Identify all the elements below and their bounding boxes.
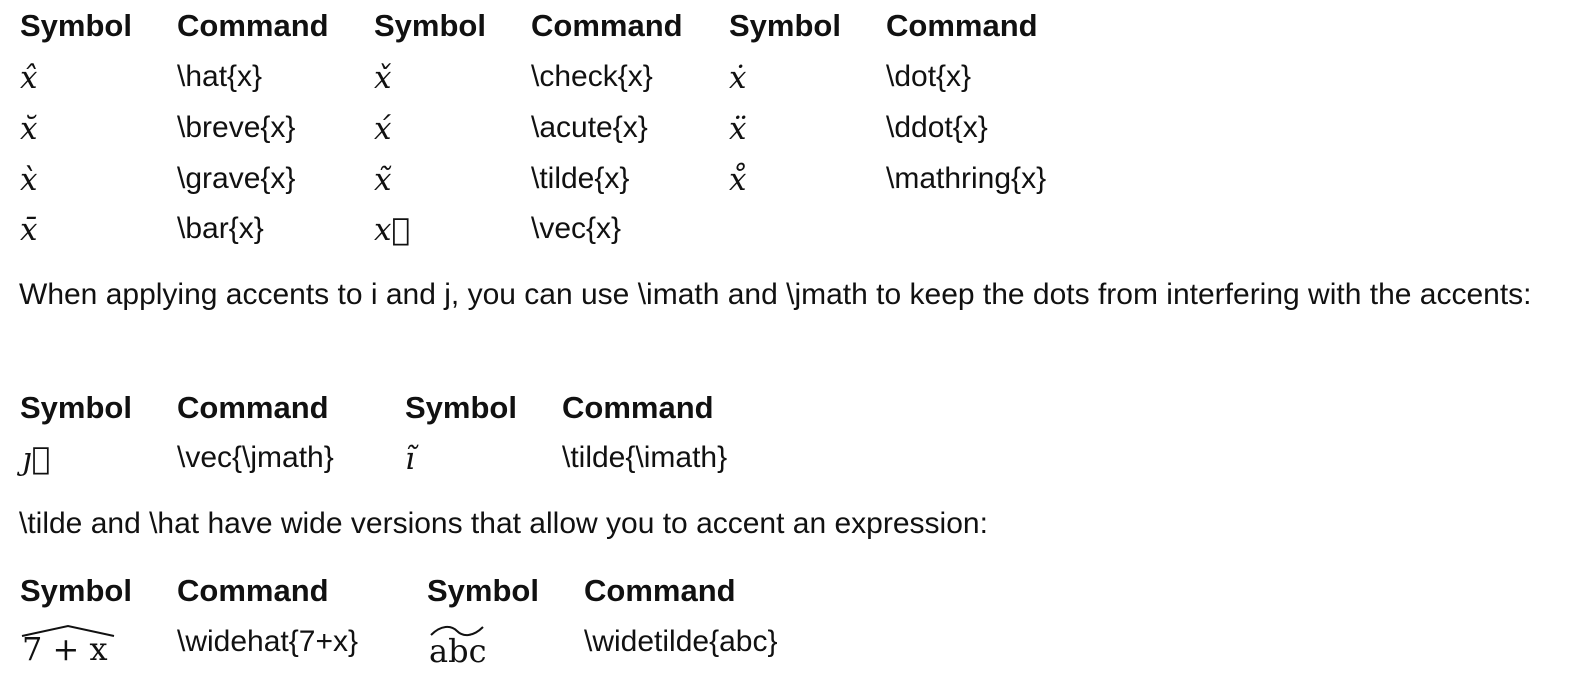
- column-header-command: Command: [177, 8, 329, 43]
- accent-symbol-tilde: x̃: [374, 162, 392, 198]
- accent-symbol-acute: x́: [374, 111, 392, 147]
- accent-command: \mathring{x}: [886, 162, 1047, 195]
- column-header-command: Command: [177, 573, 329, 608]
- column-header-symbol: Symbol: [374, 8, 486, 43]
- accent-command: \vec{x}: [531, 212, 622, 245]
- column-header-symbol: Symbol: [20, 573, 132, 608]
- column-header-symbol: Symbol: [20, 390, 132, 425]
- imath-note-paragraph: When applying accents to i and j, you ca…: [19, 278, 1532, 311]
- accent-symbol-mathring: x̊: [729, 162, 747, 198]
- accent-symbol-widetilde: abc: [427, 624, 487, 670]
- accent-symbol-hat: x̂: [20, 60, 38, 96]
- accent-command: \widetilde{abc}: [584, 625, 778, 658]
- column-header-symbol: Symbol: [729, 8, 841, 43]
- accent-command: \dot{x}: [886, 60, 972, 93]
- accent-command: \acute{x}: [531, 111, 648, 144]
- column-header-symbol: Symbol: [20, 8, 132, 43]
- accent-command: \tilde{x}: [531, 162, 630, 195]
- accent-command: \vec{\jmath}: [177, 441, 334, 474]
- accent-symbol-tilde-imath: ı̃: [405, 441, 415, 477]
- widehat-expression: 7 + x: [22, 630, 108, 668]
- column-header-command: Command: [886, 8, 1038, 43]
- accent-command: \bar{x}: [177, 212, 264, 245]
- column-header-command: Command: [584, 573, 736, 608]
- accent-command: \grave{x}: [177, 162, 296, 195]
- accent-symbol-check: x̌: [374, 60, 392, 96]
- widetilde-expression: abc: [429, 632, 487, 670]
- accent-symbol-breve: x̆: [20, 111, 38, 147]
- accent-command: \ddot{x}: [886, 111, 988, 144]
- accent-command: \breve{x}: [177, 111, 296, 144]
- accent-command: \tilde{\imath}: [562, 441, 728, 474]
- accent-symbol-dot: ẋ: [729, 60, 747, 96]
- accent-command: \check{x}: [531, 60, 653, 93]
- accent-command: \hat{x}: [177, 60, 263, 93]
- column-header-command: Command: [562, 390, 714, 425]
- accent-symbol-bar: x̄: [20, 212, 38, 248]
- accent-symbol-vec: x⃗: [374, 212, 411, 248]
- column-header-command: Command: [177, 390, 329, 425]
- column-header-command: Command: [531, 8, 683, 43]
- column-header-symbol: Symbol: [405, 390, 517, 425]
- accent-symbol-widehat: 7 + x: [20, 624, 116, 670]
- wide-note-paragraph: \tilde and \hat have wide versions that …: [19, 507, 988, 540]
- accent-symbol-ddot: ẍ: [729, 111, 747, 147]
- accent-command: \widehat{7+x}: [177, 625, 358, 658]
- column-header-symbol: Symbol: [427, 573, 539, 608]
- accent-symbol-vec-jmath: ȷ⃗: [22, 441, 51, 477]
- accent-symbol-grave: x̀: [20, 162, 38, 198]
